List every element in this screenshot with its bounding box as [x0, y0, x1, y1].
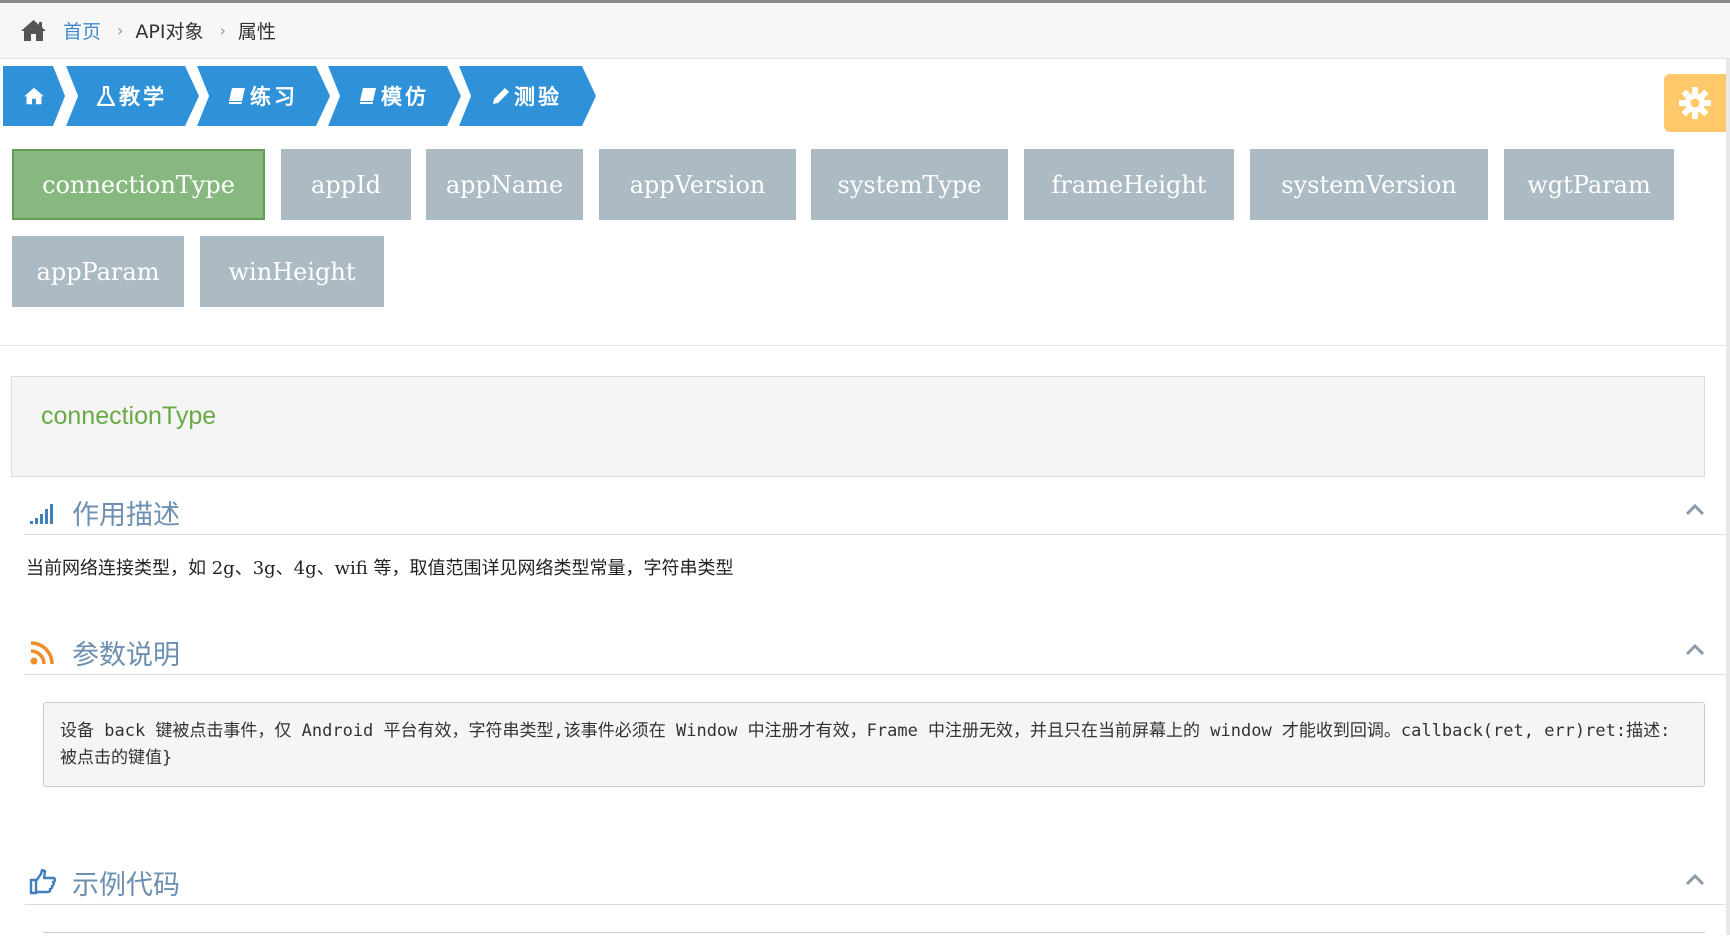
- home-icon: [23, 87, 45, 105]
- property-title-panel: connectionType: [11, 376, 1705, 477]
- chevron-up-icon[interactable]: [1683, 498, 1707, 522]
- chevron-up-icon[interactable]: [1683, 638, 1707, 662]
- section-header-description[interactable]: 作用描述: [25, 490, 1725, 535]
- step-teach-label: 教学: [119, 85, 167, 109]
- breadcrumb-item-current: 属性: [237, 21, 276, 43]
- step-teach[interactable]: 教学: [65, 66, 199, 126]
- property-button-appId[interactable]: appId: [281, 149, 411, 220]
- section-title-description: 作用描述: [72, 499, 180, 531]
- signal-bars-icon: [28, 497, 62, 527]
- step-quiz[interactable]: 测验: [458, 66, 596, 126]
- description-text: 当前网络连接类型，如 2g、3g、4g、wifi 等，取值范围详见网络类型常量，…: [26, 558, 734, 579]
- hand-point-icon: [28, 867, 62, 897]
- book-icon: [360, 88, 376, 104]
- rss-icon: [28, 637, 62, 667]
- property-button-winHeight[interactable]: winHeight: [200, 236, 384, 307]
- section-header-params[interactable]: 参数说明: [25, 630, 1725, 675]
- breadcrumb-home-link[interactable]: 首页: [63, 17, 101, 44]
- params-code-box: 设备 back 键被点击事件，仅 Android 平台有效，字符串类型,该事件必…: [43, 702, 1705, 787]
- book-icon: [229, 88, 245, 104]
- chevron-right-icon: ›: [219, 21, 226, 40]
- property-button-appVersion[interactable]: appVersion: [599, 149, 796, 220]
- property-button-appName[interactable]: appName: [426, 149, 583, 220]
- scrollbar[interactable]: [1726, 3, 1730, 935]
- section-title-example: 示例代码: [72, 869, 180, 901]
- step-home[interactable]: [3, 66, 65, 126]
- section-title-params: 参数说明: [72, 639, 180, 671]
- pencil-icon: [493, 88, 509, 104]
- property-button-appParam[interactable]: appParam: [12, 236, 184, 307]
- home-icon[interactable]: [20, 19, 47, 42]
- property-button-wgtParam[interactable]: wgtParam: [1504, 149, 1674, 220]
- step-imitate[interactable]: 模仿: [327, 66, 461, 126]
- property-button-systemVersion[interactable]: systemVersion: [1250, 149, 1488, 220]
- settings-button[interactable]: [1664, 74, 1726, 132]
- step-practice-label: 练习: [250, 85, 298, 109]
- chevron-up-icon[interactable]: [1683, 868, 1707, 892]
- property-button-connectionType[interactable]: connectionType: [12, 149, 265, 220]
- step-nav: 教学 练习 模仿 测验: [3, 66, 603, 128]
- property-button-systemType[interactable]: systemType: [811, 149, 1008, 220]
- breadcrumb-item-api[interactable]: API对象: [135, 17, 203, 44]
- gear-icon: [1679, 87, 1711, 119]
- chevron-right-icon: ›: [117, 21, 124, 40]
- step-quiz-label: 测验: [514, 85, 562, 109]
- flask-icon: [97, 86, 115, 106]
- breadcrumb: 首页 › API对象 › 属性: [0, 3, 1730, 59]
- step-practice[interactable]: 练习: [196, 66, 330, 126]
- property-button-frameHeight[interactable]: frameHeight: [1024, 149, 1234, 220]
- step-imitate-label: 模仿: [381, 85, 429, 109]
- example-code-box: [43, 932, 1705, 936]
- property-title: connectionType: [41, 402, 217, 430]
- section-header-example[interactable]: 示例代码: [25, 860, 1725, 905]
- divider: [0, 345, 1726, 346]
